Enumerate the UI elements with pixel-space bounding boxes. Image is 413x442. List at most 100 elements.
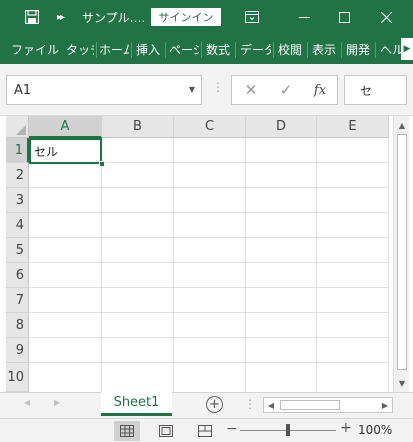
tab-touch[interactable]: タッチ — [66, 34, 94, 64]
tab-separator — [375, 42, 376, 58]
column-header-a[interactable]: A — [29, 116, 102, 138]
formula-input[interactable]: セ — [344, 75, 407, 105]
vertical-scroll-thumb[interactable] — [397, 134, 407, 370]
column-header-e[interactable]: E — [317, 116, 389, 138]
grid-line — [29, 237, 389, 238]
sign-in-button[interactable]: サインイン — [151, 8, 221, 26]
zoom-out-icon[interactable]: − — [226, 421, 238, 437]
cell-a1[interactable]: セル — [29, 138, 102, 164]
minimize-button[interactable] — [284, 0, 324, 34]
row-header-7[interactable]: 7 — [6, 288, 29, 313]
vertical-scrollbar[interactable]: ▲ ▼ — [393, 116, 409, 392]
scroll-down-arrow-icon[interactable]: ▼ — [394, 376, 410, 390]
tab-separator — [165, 42, 166, 58]
insert-function-icon[interactable]: fx — [303, 76, 337, 104]
add-sheet-icon[interactable]: + — [206, 396, 223, 413]
chevron-right-icon: ▶ — [403, 44, 411, 54]
tab-separator — [307, 42, 308, 58]
grid-line — [29, 337, 389, 338]
tab-file[interactable]: ファイル — [11, 34, 59, 64]
scroll-left-arrow-icon[interactable]: ◀ — [265, 400, 277, 410]
grid-line — [316, 138, 317, 392]
row-header-2[interactable]: 2 — [6, 163, 29, 188]
maximize-button[interactable] — [324, 0, 364, 34]
save-button[interactable] — [18, 0, 46, 34]
quick-access-more-button[interactable]: ▸▸ — [50, 0, 70, 34]
normal-view-button[interactable] — [114, 421, 140, 441]
tab-page-layout[interactable]: ページ — [169, 34, 199, 64]
row-header-9[interactable]: 9 — [6, 338, 29, 363]
row-header-10[interactable]: 10 — [6, 363, 29, 392]
previous-sheet-icon[interactable]: ◀ — [24, 398, 30, 407]
name-box-value: A1 — [14, 82, 32, 98]
fill-handle[interactable] — [99, 161, 105, 167]
grid-view-icon — [120, 425, 134, 437]
grid-line — [29, 187, 389, 188]
tab-insert[interactable]: 挿入 — [136, 34, 162, 64]
horizontal-scroll-thumb[interactable] — [280, 400, 340, 410]
grid-line — [388, 138, 389, 392]
close-button[interactable] — [366, 0, 406, 34]
title-bar: ▸▸ サンプル.… サインイン — [0, 0, 413, 34]
sheet-tab-sheet1[interactable]: Sheet1 — [101, 392, 172, 416]
next-sheet-icon[interactable]: ▶ — [54, 398, 60, 407]
column-header-b[interactable]: B — [102, 116, 174, 138]
tab-formulas[interactable]: 数式 — [206, 34, 232, 64]
tab-help[interactable]: ヘル — [380, 34, 401, 64]
page-layout-icon — [159, 425, 173, 437]
scroll-up-arrow-icon[interactable]: ▲ — [394, 118, 410, 132]
horizontal-scrollbar[interactable]: ◀ ▶ — [263, 397, 393, 413]
tab-developer[interactable]: 開発 — [346, 34, 372, 64]
column-header-d[interactable]: D — [246, 116, 317, 138]
vertical-ellipsis-icon[interactable]: ⋮ — [244, 397, 256, 411]
row-header-5[interactable]: 5 — [6, 238, 29, 263]
tab-separator — [201, 42, 202, 58]
grid-line — [29, 212, 389, 213]
zoom-in-icon[interactable]: + — [340, 420, 352, 436]
ribbon-tab-bar: ファイル タッチ ホーム 挿入 ページ 数式 データ 校閲 表示 開発 ヘル — [0, 34, 413, 64]
formula-buttons: ✕ ✓ fx — [231, 75, 338, 105]
tab-view[interactable]: 表示 — [312, 34, 338, 64]
grid-line — [245, 138, 246, 392]
tab-separator — [131, 42, 132, 58]
document-title: サンプル.… — [82, 10, 144, 25]
vertical-ellipsis-icon[interactable]: ⋮ — [212, 80, 224, 94]
name-box[interactable]: A1 ▼ — [6, 75, 202, 105]
grid-line — [29, 262, 389, 263]
tab-separator — [96, 42, 97, 58]
chevron-down-icon[interactable]: ▼ — [189, 85, 195, 94]
grid-line — [101, 138, 102, 392]
tab-separator — [273, 42, 274, 58]
page-layout-view-button[interactable] — [153, 421, 179, 441]
cancel-icon[interactable]: ✕ — [234, 76, 268, 104]
zoom-slider-thumb[interactable] — [286, 424, 290, 436]
select-all-button[interactable] — [6, 116, 29, 138]
row-header-3[interactable]: 3 — [6, 188, 29, 213]
column-header-c[interactable]: C — [174, 116, 246, 138]
zoom-level[interactable]: 100% — [358, 423, 392, 437]
row-header-6[interactable]: 6 — [6, 263, 29, 288]
tab-data[interactable]: データ — [240, 34, 271, 64]
tab-separator — [341, 42, 342, 58]
grid-line — [29, 287, 389, 288]
sheet-tab-bar: ◀ ▶ Sheet1 + ⋮ ◀ ▶ — [0, 392, 413, 418]
grid-line — [29, 312, 389, 313]
tab-separator — [235, 42, 236, 58]
save-icon — [25, 10, 39, 24]
tab-home[interactable]: ホーム — [99, 34, 129, 64]
ribbon-display-options-button[interactable] — [236, 0, 268, 34]
row-header-4[interactable]: 4 — [6, 213, 29, 238]
scroll-right-arrow-icon[interactable]: ▶ — [379, 400, 391, 410]
page-break-view-button[interactable] — [192, 421, 218, 441]
tab-review[interactable]: 校閲 — [278, 34, 304, 64]
ribbon-display-icon — [245, 11, 259, 23]
row-header-1[interactable]: 1 — [6, 138, 29, 163]
grid-line — [29, 362, 389, 363]
double-chevron-right-icon: ▸▸ — [56, 11, 65, 23]
ribbon-scroll-right-button[interactable]: ▶ — [401, 38, 413, 60]
status-bar: − + 100% — [0, 418, 413, 442]
checkmark-icon[interactable]: ✓ — [269, 76, 303, 104]
row-header-8[interactable]: 8 — [6, 313, 29, 338]
formula-bar-area: A1 ▼ ⋮ ✕ ✓ fx セ — [0, 64, 413, 116]
close-icon — [380, 11, 392, 23]
